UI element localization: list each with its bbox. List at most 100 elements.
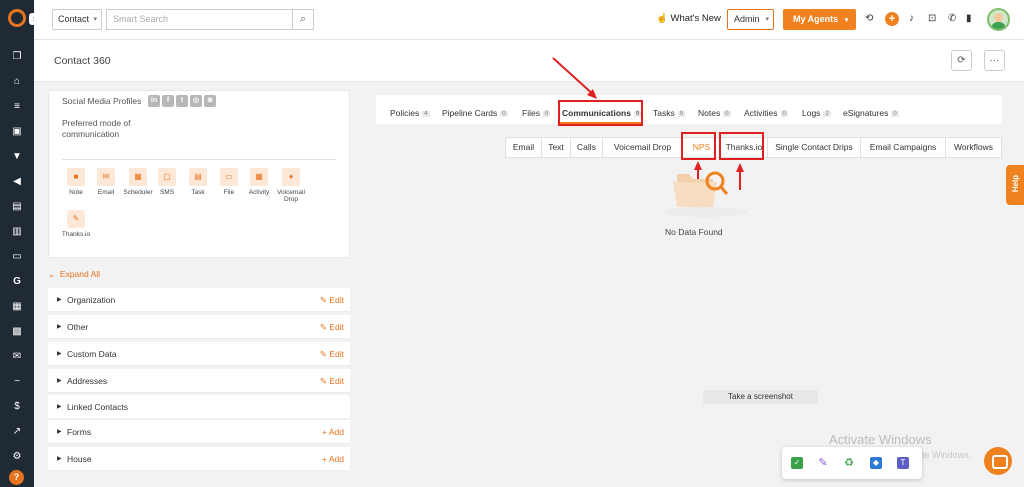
- whats-new-link[interactable]: ☝ What's New: [656, 13, 721, 24]
- section-other[interactable]: ▶ Other ✎ Edit: [48, 315, 350, 339]
- smart-search-input[interactable]: Smart Search: [106, 9, 292, 30]
- inbox-icon[interactable]: ⊡: [928, 13, 936, 25]
- linkedin-icon[interactable]: in: [148, 95, 160, 107]
- subtab-voicemail-drop[interactable]: Voicemail Drop: [603, 138, 683, 157]
- gear-icon[interactable]: ⚙: [11, 451, 23, 462]
- subtab-email-campaigns[interactable]: Email Campaigns: [861, 138, 946, 157]
- subtab-email[interactable]: Email: [506, 138, 542, 157]
- help-tab-label: Help: [1011, 174, 1021, 193]
- tab-esignatures[interactable]: eSignatures 0: [843, 108, 899, 118]
- tab-count: 0: [891, 110, 899, 117]
- role-select[interactable]: Admin ▾: [727, 9, 774, 30]
- search-scope-select[interactable]: Contact ▾: [52, 9, 102, 30]
- help-icon[interactable]: ?: [9, 470, 24, 485]
- action-task-button[interactable]: ▤ Task: [181, 168, 215, 196]
- bar-chart-icon[interactable]: ▥: [11, 226, 23, 237]
- add-form-button[interactable]: + Add: [322, 427, 344, 437]
- contact-card-icon[interactable]: ▣: [11, 126, 23, 137]
- subtab-single-contact-drips[interactable]: Single Contact Drips: [768, 138, 861, 157]
- section-name: Custom Data: [67, 349, 117, 359]
- copy-icon[interactable]: ❐: [11, 51, 23, 62]
- section-name: Organization: [67, 295, 116, 305]
- section-house[interactable]: ▶ House + Add: [48, 447, 350, 471]
- brand-logo[interactable]: [8, 9, 26, 27]
- tab-count: 0: [500, 110, 508, 117]
- highlight-thanks-io: [719, 132, 764, 160]
- edit-custom-data-button[interactable]: ✎ Edit: [320, 349, 344, 360]
- my-agents-label: My Agents: [793, 14, 839, 24]
- bell-icon[interactable]: ♪: [909, 13, 914, 25]
- chevron-down-icon: ⌄: [48, 269, 56, 279]
- google-icon[interactable]: G: [11, 276, 23, 287]
- trend-icon[interactable]: ↗: [11, 426, 23, 437]
- add-house-button[interactable]: + Add: [322, 454, 344, 464]
- folder-icon[interactable]: ▭: [11, 251, 23, 262]
- chat-button[interactable]: [984, 447, 1012, 475]
- dollar-icon[interactable]: $: [11, 401, 23, 412]
- tab-tasks[interactable]: Tasks 0: [653, 108, 686, 118]
- more-options-button[interactable]: ···: [984, 50, 1005, 71]
- megaphone-icon[interactable]: ◀: [11, 176, 23, 187]
- check-shield-icon[interactable]: ✓: [791, 457, 803, 469]
- edit-organization-button[interactable]: ✎ Edit: [320, 295, 344, 306]
- tab-pipeline-cards[interactable]: Pipeline Cards 0: [442, 108, 508, 118]
- tab-activities[interactable]: Activities 0: [744, 108, 788, 118]
- avatar-face: [994, 13, 1003, 22]
- facebook-icon[interactable]: f: [162, 95, 174, 107]
- security-shield-icon[interactable]: ◆: [870, 457, 882, 469]
- action-note-button[interactable]: ■ Note: [59, 168, 93, 196]
- action-voicemail-drop-button[interactable]: ♦ Voicemail Drop: [273, 168, 309, 203]
- tab-notes[interactable]: Notes 0: [698, 108, 731, 118]
- teams-icon[interactable]: T: [897, 457, 909, 469]
- bank-icon[interactable]: ⌂: [11, 76, 23, 87]
- section-forms[interactable]: ▶ Forms + Add: [48, 420, 350, 444]
- tab-label: Logs: [802, 108, 821, 118]
- subtab-workflows[interactable]: Workflows: [946, 138, 1001, 157]
- edit-addresses-button[interactable]: ✎ Edit: [320, 376, 344, 387]
- filter-icon[interactable]: ▼: [11, 151, 23, 162]
- section-custom-data[interactable]: ▶ Custom Data ✎ Edit: [48, 342, 350, 366]
- globe-icon[interactable]: ⊕: [204, 95, 216, 107]
- document-icon[interactable]: ▤: [11, 201, 23, 212]
- pen-icon[interactable]: ✎: [817, 457, 829, 469]
- subtab-calls[interactable]: Calls: [571, 138, 603, 157]
- twitter-icon[interactable]: t: [176, 95, 188, 107]
- activity-icon: ▦: [250, 168, 268, 186]
- main-tabs: Policies 4 Pipeline Cards 0 Files 0 Communi…: [376, 95, 1002, 124]
- tab-logs[interactable]: Logs 2: [802, 108, 831, 118]
- mail-icon[interactable]: ✉: [11, 351, 23, 362]
- action-thanks-io-button[interactable]: ✎ Thanks.io: [59, 210, 93, 238]
- instagram-icon[interactable]: ◎: [190, 95, 202, 107]
- phone-icon[interactable]: ✆: [948, 13, 956, 25]
- signature-icon[interactable]: ~: [11, 376, 23, 387]
- section-linked-contacts[interactable]: ▶ Linked Contacts: [48, 395, 350, 419]
- voicemail-icon: ♦: [282, 168, 300, 186]
- recycle-icon[interactable]: ♻: [843, 457, 855, 469]
- refresh-button[interactable]: ⟳: [951, 50, 972, 71]
- section-organization[interactable]: ▶ Organization ✎ Edit: [48, 288, 350, 312]
- section-addresses[interactable]: ▶ Addresses ✎ Edit: [48, 369, 350, 393]
- expand-all-toggle[interactable]: ⌄ Expand All: [48, 269, 100, 280]
- tab-policies[interactable]: Policies 4: [390, 108, 430, 118]
- sync-icon[interactable]: ⟲: [865, 13, 873, 25]
- help-tab[interactable]: Help: [1006, 165, 1024, 205]
- calendar-icon[interactable]: ▩: [11, 326, 23, 337]
- subtab-text[interactable]: Text: [542, 138, 571, 157]
- avatar[interactable]: [987, 8, 1010, 31]
- tab-files[interactable]: Files 0: [522, 108, 551, 118]
- action-activity-button[interactable]: ▦ Activity: [242, 168, 276, 196]
- action-email-button[interactable]: ✉ Email: [89, 168, 123, 196]
- add-icon[interactable]: +: [885, 12, 899, 26]
- section-action-label: Edit: [329, 376, 344, 386]
- my-agents-button[interactable]: My Agents ▾: [783, 9, 856, 30]
- activate-windows-title: Activate Windows: [829, 432, 932, 447]
- action-sms-button[interactable]: ▢ SMS: [150, 168, 184, 196]
- edit-other-button[interactable]: ✎ Edit: [320, 322, 344, 333]
- tab-label: Policies: [390, 108, 420, 118]
- search-icon[interactable]: ⌕: [292, 9, 314, 30]
- scheduler-icon: ▦: [129, 168, 147, 186]
- list-icon[interactable]: ≡: [11, 101, 23, 112]
- calculator-icon[interactable]: ▮: [966, 13, 972, 25]
- action-file-button[interactable]: ▭ File: [212, 168, 246, 196]
- table-icon[interactable]: ▦: [11, 301, 23, 312]
